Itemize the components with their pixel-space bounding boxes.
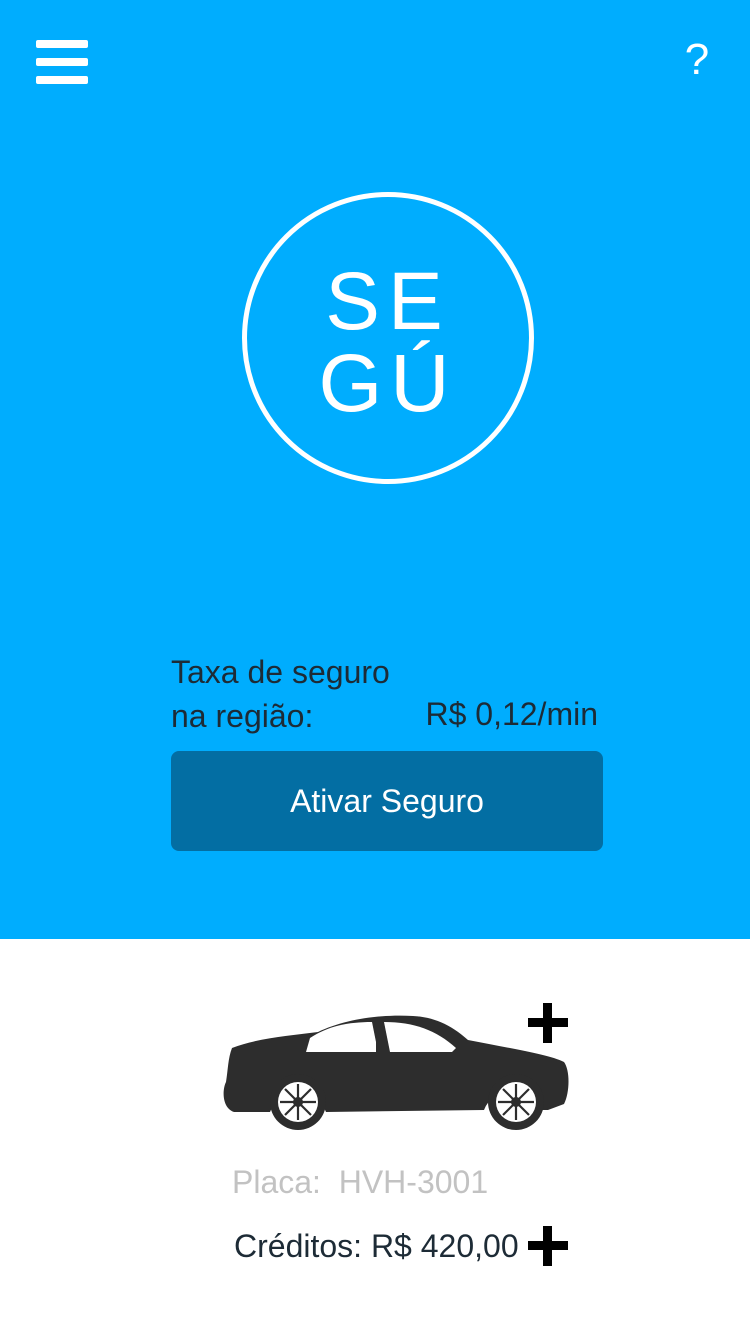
add-vehicle-plus-icon[interactable] (528, 1003, 568, 1043)
segu-logo: SE GÚ (242, 192, 534, 484)
credits-value: R$ 420,00 (370, 1228, 519, 1264)
plate-label: Placa: (232, 1164, 321, 1200)
add-credits-plus-icon[interactable] (528, 1226, 568, 1266)
logo-text-line1: SE (325, 256, 451, 347)
hamburger-menu-icon[interactable] (36, 40, 88, 84)
logo-text-line2: GÚ (318, 338, 458, 429)
rate-label-line2: na região: (171, 698, 314, 734)
activate-insurance-button[interactable]: Ativar Seguro (171, 751, 603, 851)
app-screen: ? SE GÚ Taxa de seguro na região: R$ 0,1… (0, 0, 750, 1334)
rate-label-line1: Taxa de seguro (171, 654, 390, 690)
rate-value: R$ 0,12/min (425, 696, 598, 732)
hero-section: ? SE GÚ Taxa de seguro na região: R$ 0,1… (0, 0, 750, 939)
rate-label: Taxa de seguro na região: (171, 650, 390, 738)
car-icon (223, 1015, 569, 1130)
plate-info: Placa: HVH-3001 (232, 1162, 488, 1202)
help-button[interactable]: ? (676, 34, 718, 86)
credits-info: Créditos: R$ 420,00 (234, 1226, 519, 1266)
plate-value: HVH-3001 (338, 1164, 489, 1200)
credits-label: Créditos: (234, 1228, 363, 1264)
